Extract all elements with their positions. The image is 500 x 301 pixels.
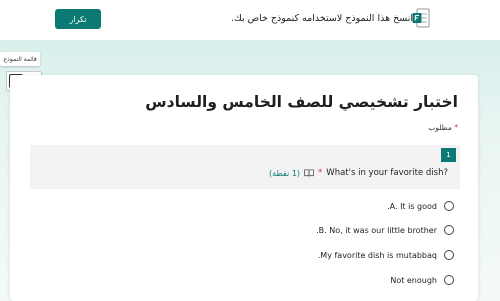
form-title: اختبار تشخيصي للصف الخامس والسادس	[145, 93, 458, 111]
radio-button[interactable]	[444, 225, 454, 235]
choice-label: Not enough	[390, 275, 437, 285]
duplicate-message: انسخ هذا النموذج لاستخدامه كنموذج خاص بك…	[230, 13, 413, 24]
question-header-box	[30, 145, 460, 189]
choice-option[interactable]: .My favorite dish is mutabbaq	[318, 250, 454, 260]
form-card: اختبار تشخيصي للصف الخامس والسادس * مطلو…	[10, 75, 478, 301]
choice-label: .B. No, it was our little brother	[316, 225, 437, 235]
choice-label: .My favorite dish is mutabbaq	[317, 250, 437, 260]
required-label: مطلوب	[428, 123, 452, 132]
top-bar: تكرار انسخ هذا النموذج لاستخدامه كنموذج …	[0, 0, 500, 40]
question-text: What's in your favorite dish?	[326, 168, 448, 178]
question-line: (1 نقطة) * What's in your favorite dish?	[269, 168, 448, 178]
radio-button[interactable]	[444, 201, 454, 211]
radio-button[interactable]	[444, 250, 454, 260]
immersive-reader-icon[interactable]	[304, 169, 314, 177]
question-number-badge: 1	[441, 148, 456, 162]
required-asterisk: *	[454, 123, 458, 132]
choice-option[interactable]: .A. It is good	[387, 201, 454, 211]
form-menu-tooltip: قائمة النموذج	[0, 52, 40, 66]
choice-label: .A. It is good	[387, 201, 437, 211]
required-note: * مطلوب	[428, 123, 458, 132]
radio-button[interactable]	[444, 275, 454, 285]
duplicate-button[interactable]: تكرار	[55, 9, 101, 29]
choice-option[interactable]: Not enough	[390, 275, 454, 285]
question-required-asterisk: *	[318, 168, 323, 178]
question-points: (1 نقطة)	[269, 168, 301, 178]
choice-option[interactable]: .B. No, it was our little brother	[316, 225, 454, 235]
forms-icon	[412, 8, 430, 28]
